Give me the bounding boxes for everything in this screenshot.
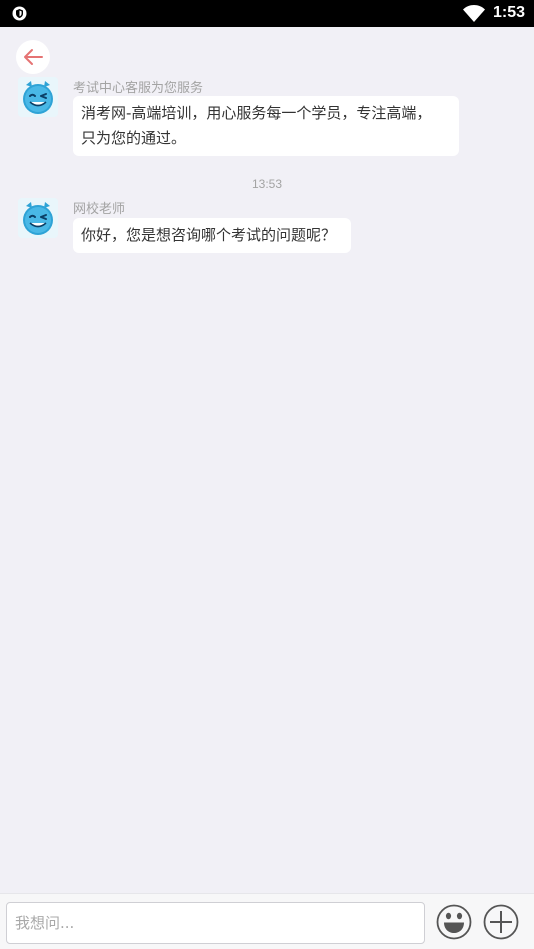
composer-bar — [0, 893, 534, 949]
status-bar: 1:53 — [0, 0, 534, 27]
plus-icon[interactable] — [483, 904, 519, 940]
avatar[interactable] — [18, 77, 58, 117]
shield-icon — [12, 6, 27, 21]
message-bubble: 消考网-高端培训，用心服务每一个学员，专注高端， 只为您的通过。 — [73, 96, 459, 156]
message-line: 消考网-高端培训，用心服务每一个学员，专注高端， — [81, 104, 432, 122]
arrow-left-icon — [24, 49, 43, 65]
message-line: 你好，您是想咨询哪个考试的问题呢？ — [81, 226, 337, 244]
smiley-avatar-icon — [18, 198, 58, 238]
sender-name: 考试中心客服为您服务 — [73, 81, 204, 96]
message-input[interactable] — [6, 902, 425, 944]
emoji-icon[interactable] — [436, 904, 472, 940]
smiley-avatar-icon — [18, 77, 58, 117]
status-time: 1:53 — [493, 4, 526, 21]
message-line: 只为您的通过。 — [81, 129, 187, 147]
avatar[interactable] — [18, 198, 58, 238]
sender-name: 网校老师 — [73, 202, 126, 217]
back-button[interactable] — [16, 40, 50, 74]
wifi-icon — [463, 5, 485, 22]
message-bubble: 你好，您是想咨询哪个考试的问题呢？ — [73, 218, 351, 253]
timestamp-divider: 13:53 — [251, 177, 283, 191]
